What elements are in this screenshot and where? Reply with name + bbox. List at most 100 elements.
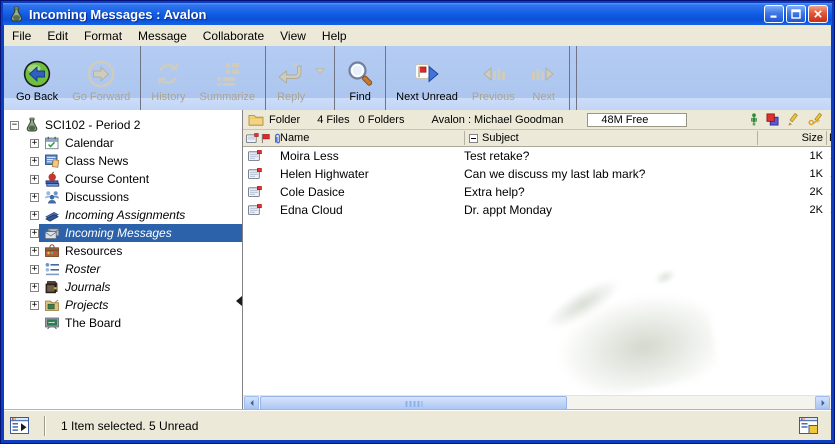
message-subject: Test retake? — [464, 149, 757, 163]
reply-icon — [276, 59, 306, 89]
go-back-button[interactable]: Go Back — [9, 46, 65, 110]
expander-plus[interactable]: + — [30, 211, 39, 220]
discussions-icon — [44, 189, 60, 205]
sidebar-tree: −SCI102 - Period 2 + Calendar +Class News+C… — [4, 110, 243, 411]
message-sender: Moira Less — [280, 149, 464, 163]
menu-message[interactable]: Message — [130, 27, 195, 45]
class-news-icon — [44, 153, 60, 169]
menu-collaborate[interactable]: Collaborate — [195, 27, 272, 45]
expander-plus[interactable]: + — [30, 283, 39, 292]
history-label: History — [151, 91, 185, 103]
find-button[interactable]: Find — [338, 46, 382, 110]
scrollbar-thumb[interactable] — [260, 396, 567, 410]
previous-button[interactable]: Previous — [465, 46, 522, 110]
expander-plus[interactable]: + — [30, 175, 39, 184]
message-date-fragment: 1 — [826, 186, 831, 198]
menu-view[interactable]: View — [272, 27, 314, 45]
pencil-icon[interactable] — [787, 113, 800, 126]
envelope-column-icon[interactable] — [246, 133, 259, 144]
go-forward-button[interactable]: Go Forward — [65, 46, 137, 110]
board-icon — [44, 315, 60, 331]
menu-edit[interactable]: Edit — [39, 27, 76, 45]
sidebar-item-label: Calendar — [65, 136, 114, 150]
pane-toggle-right-icon[interactable] — [799, 417, 818, 434]
expander-minus[interactable]: − — [10, 121, 19, 130]
flag-column-icon[interactable] — [260, 133, 271, 144]
expander-plus[interactable]: + — [30, 193, 39, 202]
sidebar-item-class-news[interactable]: +Class News — [4, 152, 242, 170]
sidebar-item-course-content[interactable]: +Course Content — [4, 170, 242, 188]
minimize-button[interactable] — [764, 5, 784, 23]
sidebar-item-journals[interactable]: +Journals — [4, 278, 242, 296]
sidebar-item-incoming-assignments[interactable]: + Incoming Assignments — [4, 206, 242, 224]
pane-toggle-left-icon[interactable] — [10, 417, 29, 434]
person-icon[interactable] — [750, 113, 758, 126]
close-button[interactable] — [808, 5, 828, 23]
scroll-right-arrow[interactable] — [815, 396, 830, 410]
expander-plus[interactable]: + — [30, 229, 39, 238]
message-row[interactable]: Helen HighwaterCan we discuss my last la… — [243, 165, 831, 183]
summarize-icon — [212, 59, 242, 89]
sidebar-item-label: The Board — [65, 316, 121, 330]
sidebar-item-projects[interactable]: +Projects — [4, 296, 242, 314]
sidebar-item-calendar[interactable]: + Calendar — [4, 134, 242, 152]
horizontal-scrollbar[interactable] — [243, 395, 831, 411]
expander-plus[interactable]: + — [30, 157, 39, 166]
menu-help[interactable]: Help — [314, 27, 355, 45]
toolbar: Go BackGo Forward History Summarize Reply Fi… — [4, 46, 831, 110]
assignments-icon — [44, 207, 60, 223]
column-size[interactable]: Size — [757, 131, 826, 145]
sidebar-item-resources[interactable]: +Resources — [4, 242, 242, 260]
column-name[interactable]: Name — [280, 132, 464, 144]
message-sender: Edna Cloud — [280, 203, 464, 217]
toolbar-separator — [576, 46, 577, 110]
collapse-minus-icon[interactable] — [469, 134, 478, 143]
expander-plus[interactable]: + — [30, 247, 39, 256]
sidebar-item-incoming-messages[interactable]: +Incoming Messages — [4, 224, 242, 242]
summarize-label: Summarize — [200, 91, 256, 103]
next-button[interactable]: Next — [522, 46, 566, 110]
titlebar[interactable]: Incoming Messages : Avalon — [3, 3, 832, 25]
message-date-fragment: 1 — [826, 168, 831, 180]
next-unread-button[interactable]: Next Unread — [389, 46, 465, 110]
sidebar-item-roster[interactable]: +Roster — [4, 260, 242, 278]
message-sender: Cole Dasice — [280, 185, 464, 199]
reply-button[interactable]: Reply — [269, 46, 313, 110]
message-row[interactable]: Moira LessTest retake?1K1 — [243, 147, 831, 165]
history-button[interactable]: History — [144, 46, 192, 110]
message-row[interactable]: Edna CloudDr. appt Monday2K1 — [243, 201, 831, 219]
files-count: 4 Files — [317, 114, 349, 126]
reply-options-caret[interactable] — [313, 46, 331, 110]
scroll-left-arrow[interactable] — [244, 396, 259, 410]
sidebar-item-sci102-period-2[interactable]: −SCI102 - Period 2 — [4, 116, 242, 134]
column-subject[interactable]: Subject — [464, 131, 757, 145]
app-flask-icon — [8, 6, 25, 23]
projects-icon — [44, 297, 60, 313]
expander-plus[interactable]: + — [30, 139, 39, 148]
find-label: Find — [349, 91, 370, 103]
sidebar-item-discussions[interactable]: +Discussions — [4, 188, 242, 206]
window-title: Incoming Messages : Avalon — [29, 7, 764, 22]
summarize-button[interactable]: Summarize — [193, 46, 263, 110]
key-pencil-icon[interactable] — [808, 113, 824, 126]
layers-icon[interactable] — [766, 113, 779, 126]
column-clipped[interactable]: L — [826, 131, 831, 145]
menu-file[interactable]: File — [4, 27, 39, 45]
message-list: Moira LessTest retake?1K1Helen Highwater… — [243, 147, 831, 395]
splitter-collapse-arrow[interactable] — [236, 296, 242, 306]
sidebar-item-label: Incoming Assignments — [65, 208, 185, 222]
menu-bar: FileEditFormatMessageCollaborateViewHelp — [4, 25, 831, 47]
sidebar-item-the-board[interactable]: +The Board — [4, 314, 242, 332]
expander-plus[interactable]: + — [30, 301, 39, 310]
message-row[interactable]: Cole DasiceExtra help?2K1 — [243, 183, 831, 201]
folder-icon — [248, 113, 264, 126]
find-icon — [345, 59, 375, 89]
messages-icon — [44, 225, 60, 241]
folders-count: 0 Folders — [359, 114, 405, 126]
menu-format[interactable]: Format — [76, 27, 130, 45]
toolbar-separator — [140, 46, 141, 110]
message-size: 1K — [757, 150, 826, 162]
maximize-button[interactable] — [786, 5, 806, 23]
expander-plus[interactable]: + — [30, 265, 39, 274]
flask-icon — [24, 117, 40, 133]
